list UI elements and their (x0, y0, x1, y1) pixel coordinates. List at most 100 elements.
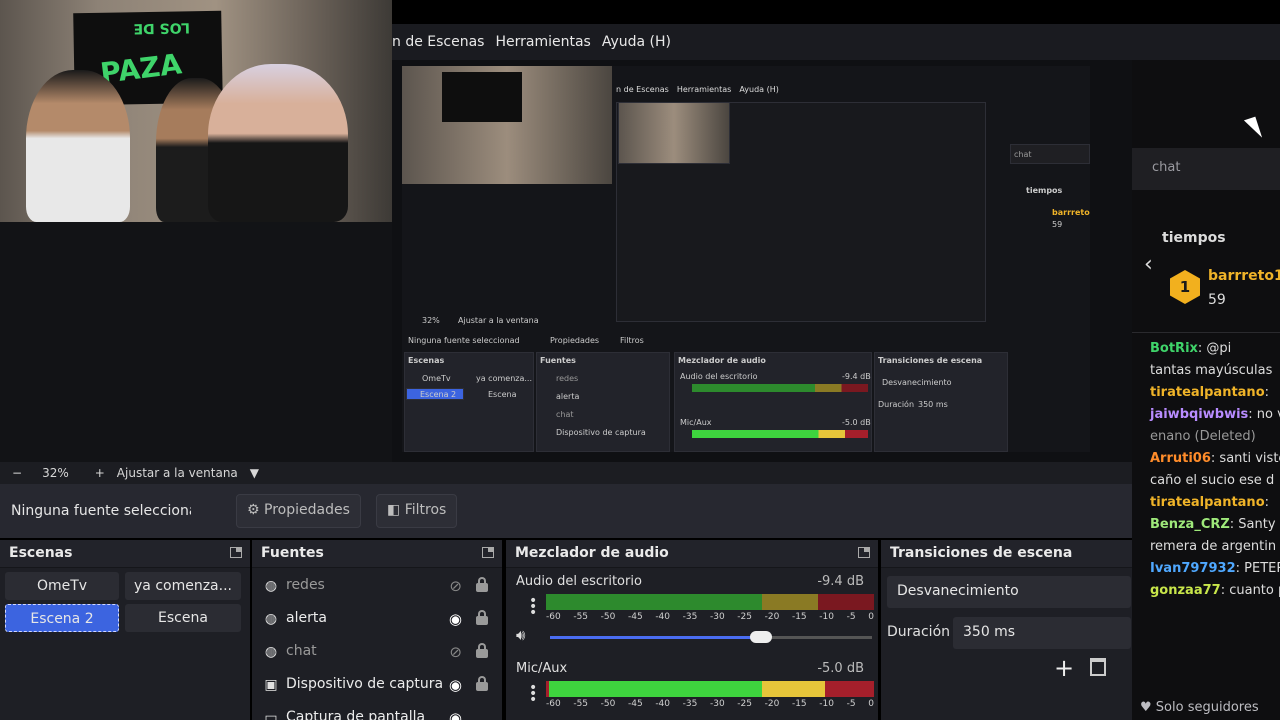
source-item-alerta[interactable]: ◍ alerta ◉ (252, 603, 502, 636)
kebab-menu-icon[interactable]: • • • (529, 681, 537, 707)
chat-text: : Santy (1229, 517, 1276, 532)
menu-scene-collection[interactable]: n de Escenas (392, 34, 495, 50)
zoom-out-button[interactable]: − (12, 466, 22, 480)
undock-icon[interactable] (482, 547, 494, 558)
meter-tick-label: -50 (600, 699, 616, 709)
chat-message: BotRix: @pi (1150, 338, 1231, 360)
chat-message: caño el sucio ese d (1150, 470, 1274, 492)
chat-username[interactable]: Ivan797932 (1150, 561, 1236, 576)
kebab-menu-icon[interactable]: • • • (529, 594, 537, 620)
chevron-left-icon[interactable]: ‹ (1144, 252, 1153, 277)
chat-message: Ivan797932: PETER (1150, 558, 1280, 580)
fit-window-label[interactable]: Ajustar a la ventana (117, 466, 238, 480)
menu-bar: n de Escenas Herramientas Ayuda (H) (392, 24, 1280, 60)
meter-tick-label: -40 (655, 612, 671, 622)
meter-tick-label: -5 (846, 699, 856, 709)
globe-icon: ◍ (264, 644, 278, 660)
scene-ometv[interactable]: OmeTv (5, 572, 119, 600)
chat-panel: chat tiempos ‹ 1 barrreto1 59 BotRix: @p… (1132, 60, 1280, 720)
source-item-capture-device[interactable]: ▣ Dispositivo de captura ◉ (252, 669, 502, 702)
trash-icon[interactable] (1090, 658, 1106, 676)
chat-text: : (1264, 385, 1270, 400)
meter-ticks: -60 -55 -50 -45 -40 -35 -30 -25 -20 -15 -10 -5 0 (546, 612, 874, 626)
meter-tick-label: -45 (627, 699, 643, 709)
chevron-down-icon[interactable]: ▼ (250, 466, 259, 480)
inner-docks: 32% Ajustar a la ventana Ninguna fuente … (402, 316, 1090, 452)
lock-icon[interactable] (476, 676, 488, 691)
chat-message: tiratealpantano: (1150, 382, 1269, 404)
meter-tick-label: -30 (709, 699, 725, 709)
undock-icon[interactable] (230, 547, 242, 558)
eye-icon[interactable]: ◉ (449, 709, 462, 720)
chat-text: : PETER (1235, 561, 1280, 576)
leader-user[interactable]: barrreto1 (1208, 268, 1280, 284)
lock-icon[interactable] (476, 643, 488, 658)
chat-username[interactable]: jaiwbqiwbwis (1150, 407, 1248, 422)
properties-button[interactable]: ⚙ Propiedades (236, 494, 361, 528)
scene-escena[interactable]: Escena (125, 604, 241, 632)
webcam-feed: LOS DE PAZA (0, 0, 392, 222)
chat-text: enano (Deleted) (1150, 429, 1256, 444)
globe-icon: ◍ (264, 611, 278, 627)
properties-bar: Ninguna fuente seleccionad ⚙ Propiedades… (0, 484, 1132, 538)
chat-username[interactable]: Arruti06 (1150, 451, 1211, 466)
chat-username[interactable]: BotRix (1150, 341, 1198, 356)
screen-capture-preview: n de Escenas Herramientas Ayuda (H) chat… (402, 66, 1090, 452)
meter-tick-label: -25 (737, 699, 752, 709)
chat-username[interactable]: tiratealpantano (1150, 495, 1265, 510)
preview-toolbar: − 32% + Ajustar a la ventana ▼ (0, 462, 1132, 484)
source-item-chat[interactable]: ◍ chat ⊘ (252, 636, 502, 669)
chat-text: : no v (1248, 407, 1280, 422)
meter-tick-label: -10 (819, 612, 834, 622)
meter-tick-label: -20 (764, 612, 780, 622)
camera-icon: ▣ (264, 677, 278, 693)
filters-button[interactable]: ◧ Filtros (376, 494, 458, 528)
menu-help[interactable]: Ayuda (H) (602, 34, 682, 50)
transition-select[interactable]: Desvanecimiento (887, 576, 1131, 608)
source-item-screen-capture[interactable]: ▭ Captura de pantalla ◉ (252, 702, 502, 720)
scene-escena-2[interactable]: Escena 2 (5, 604, 119, 632)
eye-hidden-icon[interactable]: ⊘ (449, 577, 462, 595)
scenes-dock-title: Escenas (0, 540, 250, 568)
chat-text: caño el sucio ese d (1150, 473, 1275, 488)
meter-tick-label: -40 (655, 699, 671, 709)
chat-username[interactable]: gonzaa77 (1150, 583, 1221, 598)
undock-icon[interactable] (858, 547, 870, 558)
eye-icon[interactable]: ◉ (449, 610, 462, 628)
meter-tick-label: -15 (791, 699, 807, 709)
chat-message: tiratealpantano: (1150, 492, 1269, 514)
meter-tick-label: -55 (573, 612, 589, 622)
transitions-dock: Transiciones de escena Desvanecimiento D… (881, 540, 1132, 720)
lock-icon[interactable] (476, 577, 488, 592)
menu-tools[interactable]: Herramientas (495, 34, 601, 50)
meter-tick-label: -10 (819, 699, 834, 709)
chat-username[interactable]: tiratealpantano (1150, 385, 1265, 400)
chat-username[interactable]: Benza_CRZ (1150, 517, 1230, 532)
rank-badge: 1 (1170, 270, 1200, 304)
leaderboard-title: tiempos (1162, 230, 1226, 246)
audio-meter (546, 681, 874, 697)
chat-message: Arruti06: santi viste (1150, 448, 1280, 470)
no-source-selected-label: Ninguna fuente seleccionad (11, 503, 191, 519)
lock-icon[interactable] (476, 610, 488, 625)
source-item-redes[interactable]: ◍ redes ⊘ (252, 570, 502, 603)
meter-tick-label: 0 (868, 699, 874, 709)
volume-slider[interactable] (550, 631, 872, 643)
zoom-in-button[interactable]: + (95, 466, 105, 480)
meter-tick-label: -50 (600, 612, 616, 622)
gear-icon: ⚙ (247, 502, 260, 518)
person-right (208, 64, 348, 222)
mixer-dock-title: Mezclador de audio (506, 540, 878, 568)
chat-input[interactable]: chat (1132, 148, 1280, 190)
eye-icon[interactable]: ◉ (449, 676, 462, 694)
speaker-icon[interactable]: 🔊︎ (516, 626, 525, 644)
meter-tick-label: -25 (737, 612, 752, 622)
transitions-dock-title: Transiciones de escena (881, 540, 1132, 568)
eye-hidden-icon[interactable]: ⊘ (449, 643, 462, 661)
inner-menu-bar: n de Escenas Herramientas Ayuda (H) (616, 84, 779, 94)
duration-input[interactable]: 350 ms (953, 617, 1131, 649)
scene-ya-comenza[interactable]: ya comenza... (125, 572, 241, 600)
add-transition-button[interactable]: + (1054, 654, 1074, 682)
meter-tick-label: -15 (791, 612, 807, 622)
audio-meter (546, 594, 874, 610)
